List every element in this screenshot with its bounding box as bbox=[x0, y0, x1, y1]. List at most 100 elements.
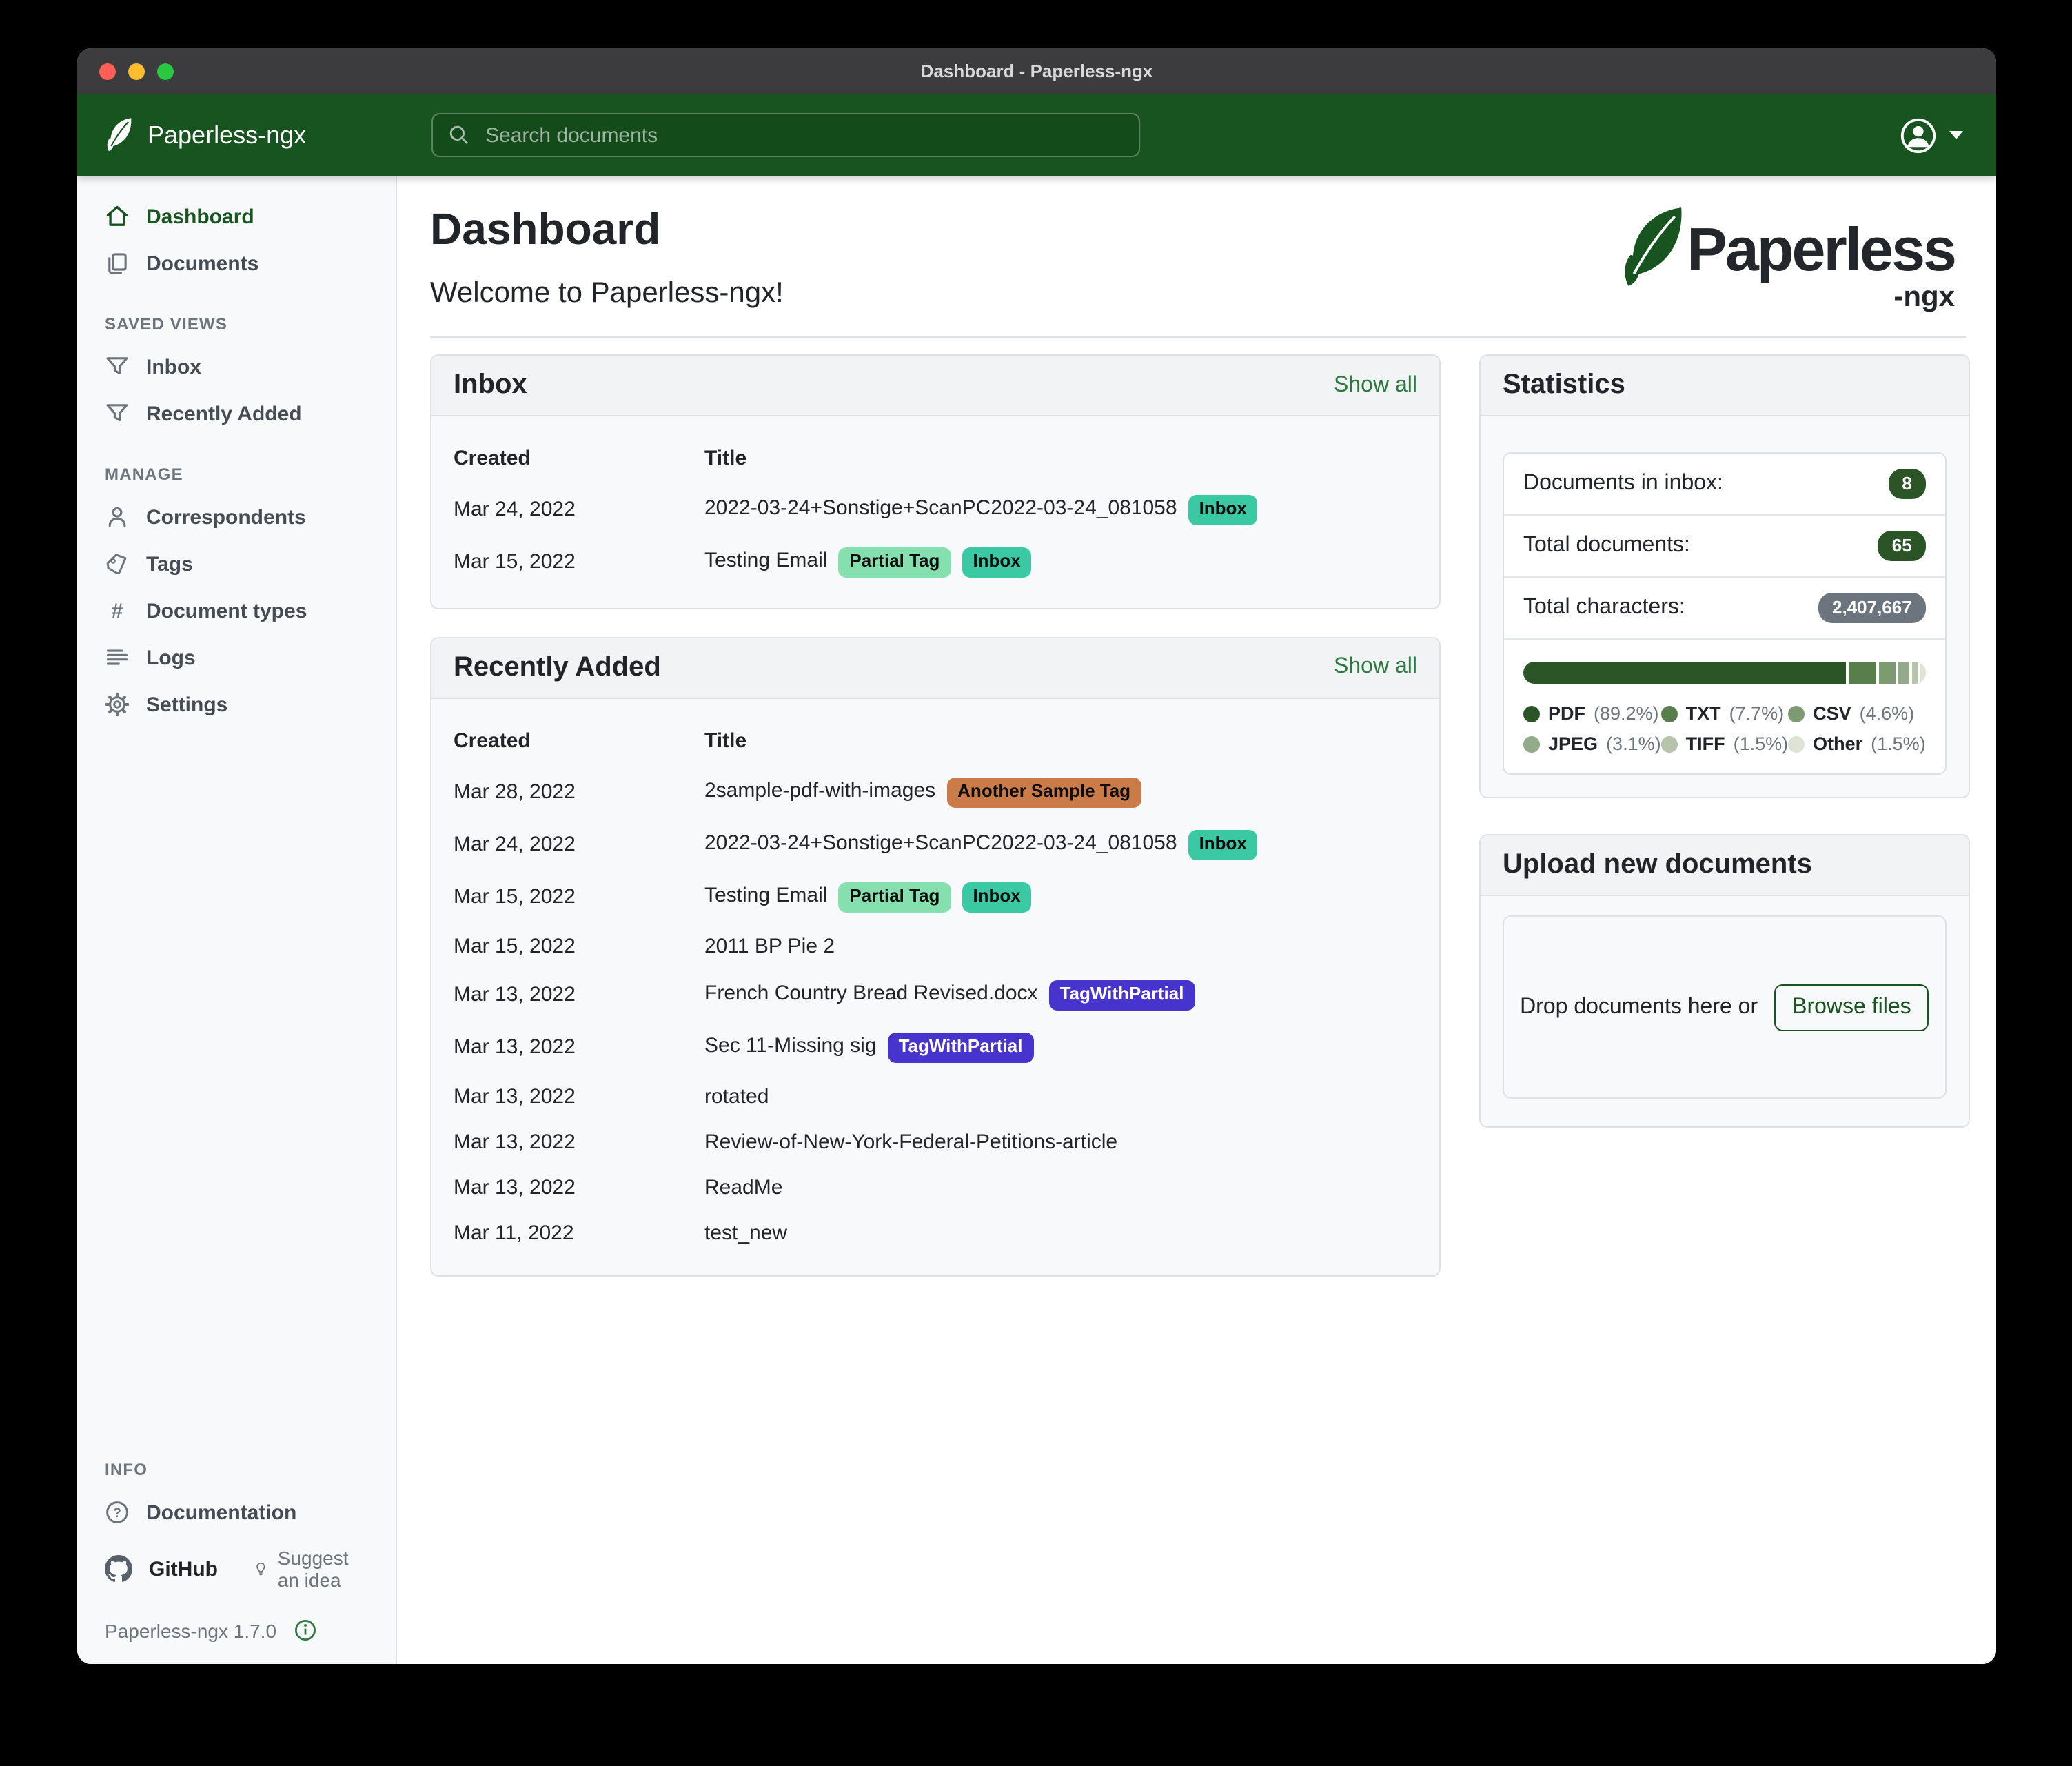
sidebar-item-label: Documentation bbox=[146, 1501, 296, 1524]
github-link[interactable]: GitHub bbox=[149, 1557, 218, 1581]
document-created-date: Mar 24, 2022 bbox=[454, 484, 704, 536]
tag-badge[interactable]: TagWithPartial bbox=[888, 1032, 1034, 1062]
stat-badge: 8 bbox=[1888, 469, 1925, 499]
top-navbar: Paperless-ngx bbox=[77, 94, 1996, 176]
upload-dropzone[interactable]: Drop documents here or Browse files bbox=[1503, 915, 1947, 1099]
document-created-date: Mar 11, 2022 bbox=[454, 1210, 704, 1255]
sidebar-item-documents[interactable]: Documents bbox=[77, 240, 396, 287]
column-header-created: Created bbox=[454, 425, 704, 484]
legend-item-txt: TXT(7.7%) bbox=[1661, 703, 1789, 724]
info-header: INFO bbox=[77, 1460, 396, 1479]
filter-funnel-icon bbox=[105, 401, 130, 426]
table-row[interactable]: Mar 11, 2022test_new bbox=[454, 1210, 1417, 1255]
question-circle-icon: ? bbox=[105, 1500, 130, 1525]
search-input[interactable] bbox=[483, 122, 1124, 148]
legend-item-other: Other(1.5%) bbox=[1788, 733, 1926, 754]
sidebar-item-correspondents[interactable]: Correspondents bbox=[77, 494, 396, 540]
tag-badge[interactable]: Inbox bbox=[1188, 830, 1258, 860]
tag-badge[interactable]: TagWithPartial bbox=[1049, 980, 1195, 1010]
gear-icon bbox=[105, 692, 130, 717]
stat-badge: 2,407,667 bbox=[1818, 593, 1926, 623]
table-row[interactable]: Mar 13, 2022Sec 11-Missing sigTagWithPar… bbox=[454, 1021, 1417, 1073]
sidebar-item-logs[interactable]: Logs bbox=[77, 634, 396, 681]
tag-badge[interactable]: Another Sample Tag bbox=[946, 778, 1141, 808]
sidebar-item-recently-added[interactable]: Recently Added bbox=[77, 390, 396, 437]
table-row[interactable]: Mar 24, 20222022-03-24+Sonstige+ScanPC20… bbox=[454, 819, 1417, 871]
dropzone-text: Drop documents here or bbox=[1520, 995, 1758, 1019]
logo-wordmark: Paperless bbox=[1687, 221, 1955, 281]
paperless-leaf-icon bbox=[103, 116, 134, 154]
document-created-date: Mar 13, 2022 bbox=[454, 1119, 704, 1164]
legend-percentage: (1.5%) bbox=[1734, 733, 1789, 754]
sidebar-item-tags[interactable]: Tags bbox=[77, 540, 396, 587]
table-row[interactable]: Mar 28, 20222sample-pdf-with-imagesAnoth… bbox=[454, 767, 1417, 819]
github-icon bbox=[105, 1555, 132, 1583]
traffic-lights bbox=[99, 63, 174, 79]
table-row[interactable]: Mar 15, 20222011 BP Pie 2 bbox=[454, 923, 1417, 968]
bar-segment-other bbox=[1920, 662, 1926, 684]
minimize-window-button[interactable] bbox=[128, 63, 145, 79]
bar-segment-jpeg bbox=[1898, 662, 1909, 684]
brand-link[interactable]: Paperless-ngx bbox=[77, 116, 398, 154]
sidebar-item-settings[interactable]: Settings bbox=[77, 681, 396, 728]
user-menu[interactable] bbox=[1900, 116, 1963, 154]
table-row[interactable]: Mar 13, 2022French Country Bread Revised… bbox=[454, 968, 1417, 1021]
sidebar-info-section: INFO ? Documentation GitHub Suggest an i… bbox=[77, 1460, 396, 1664]
inbox-show-all-link[interactable]: Show all bbox=[1334, 373, 1417, 398]
table-row[interactable]: Mar 15, 2022Testing EmailPartial TagInbo… bbox=[454, 871, 1417, 924]
sidebar-item-label: Settings bbox=[146, 693, 227, 716]
table-row[interactable]: Mar 13, 2022rotated bbox=[454, 1073, 1417, 1119]
close-window-button[interactable] bbox=[99, 63, 116, 79]
legend-dot bbox=[1661, 705, 1678, 722]
recently-added-show-all-link[interactable]: Show all bbox=[1334, 656, 1417, 680]
sidebar-item-document-types[interactable]: # Document types bbox=[77, 587, 396, 634]
legend-percentage: (89.2%) bbox=[1594, 703, 1659, 724]
table-row[interactable]: Mar 13, 2022ReadMe bbox=[454, 1164, 1417, 1210]
legend-dot bbox=[1661, 735, 1678, 752]
document-created-date: Mar 13, 2022 bbox=[454, 1073, 704, 1119]
table-row[interactable]: Mar 24, 20222022-03-24+Sonstige+ScanPC20… bbox=[454, 484, 1417, 536]
sidebar-item-dashboard[interactable]: Dashboard bbox=[77, 193, 396, 240]
browse-files-button[interactable]: Browse files bbox=[1774, 984, 1929, 1031]
recently-added-card: Recently Added Show all Created Title bbox=[430, 637, 1441, 1276]
legend-item-csv: CSV(4.6%) bbox=[1788, 703, 1926, 724]
table-row[interactable]: Mar 13, 2022Review-of-New-York-Federal-P… bbox=[454, 1119, 1417, 1164]
document-title: French Country Bread Revised.docx bbox=[704, 981, 1038, 1004]
info-icon[interactable] bbox=[293, 1618, 316, 1642]
document-created-date: Mar 28, 2022 bbox=[454, 767, 704, 819]
tag-badge[interactable]: Inbox bbox=[962, 882, 1031, 913]
bar-segment-txt bbox=[1848, 662, 1876, 684]
header-divider bbox=[430, 336, 1966, 338]
bar-segment-pdf bbox=[1523, 662, 1845, 684]
legend-name: TXT bbox=[1686, 703, 1721, 724]
search-bar bbox=[431, 113, 1140, 157]
table-row[interactable]: Mar 15, 2022Testing EmailPartial TagInbo… bbox=[454, 536, 1417, 589]
legend-item-jpeg: JPEG(3.1%) bbox=[1523, 733, 1661, 754]
document-created-date: Mar 15, 2022 bbox=[454, 923, 704, 968]
tag-badge[interactable]: Inbox bbox=[1188, 495, 1258, 525]
zoom-window-button[interactable] bbox=[157, 63, 174, 79]
sidebar-links-row: GitHub Suggest an idea bbox=[77, 1536, 396, 1602]
suggest-idea-label: Suggest an idea bbox=[278, 1547, 368, 1591]
document-title: ReadMe bbox=[704, 1175, 782, 1199]
inbox-card: Inbox Show all Created Title bbox=[430, 354, 1441, 609]
sidebar-item-documentation[interactable]: ? Documentation bbox=[77, 1489, 396, 1536]
tag-badge[interactable]: Inbox bbox=[962, 547, 1031, 578]
stat-label: Total characters: bbox=[1523, 596, 1685, 620]
logs-lines-icon bbox=[105, 645, 130, 670]
documents-icon bbox=[105, 251, 130, 276]
sidebar-item-inbox[interactable]: Inbox bbox=[77, 343, 396, 390]
sidebar-item-label: Inbox bbox=[146, 355, 201, 378]
document-title: 2022-03-24+Sonstige+ScanPC2022-03-24_081… bbox=[704, 831, 1177, 855]
legend-name: Other bbox=[1813, 733, 1862, 754]
tag-badge[interactable]: Partial Tag bbox=[838, 882, 951, 913]
tag-icon bbox=[105, 551, 130, 576]
legend-name: JPEG bbox=[1548, 733, 1598, 754]
tag-badge[interactable]: Partial Tag bbox=[838, 547, 951, 578]
document-created-date: Mar 15, 2022 bbox=[454, 871, 704, 924]
home-icon bbox=[105, 204, 130, 229]
file-type-chart: PDF(89.2%)TXT(7.7%)CSV(4.6%)JPEG(3.1%)TI… bbox=[1504, 640, 1945, 773]
suggest-idea-link[interactable]: Suggest an idea bbox=[254, 1547, 368, 1591]
document-created-date: Mar 13, 2022 bbox=[454, 1021, 704, 1073]
logo-suffix: -ngx bbox=[1893, 281, 1955, 314]
